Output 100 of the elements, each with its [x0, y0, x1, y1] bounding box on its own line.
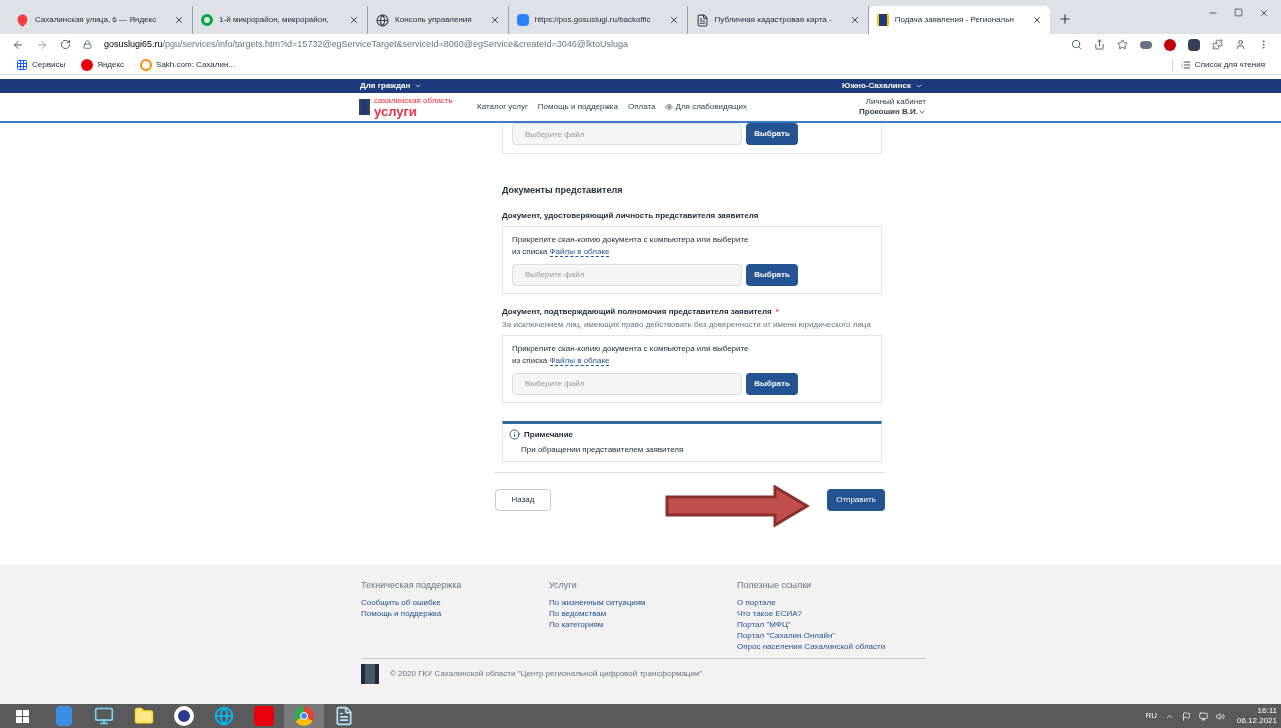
footer-link[interactable]: Опрос населения Сахалинской области [737, 640, 886, 652]
footer-heading: Услуги [549, 579, 578, 592]
star-icon[interactable] [1117, 39, 1128, 50]
chevron-down-icon[interactable] [414, 82, 423, 90]
footer-heading: Техническая поддержка [361, 579, 463, 592]
upload-instruction: Прикрепите скан-копию документа с компьютера или выберите из списка Файлы в облаке [512, 233, 750, 258]
file-field[interactable]: Выберите файл [512, 372, 742, 395]
tab-title: Сахалинская улица, 6 — Яндекс [35, 14, 158, 26]
footer-link[interactable]: Портал "Сахалин.Онлайн" [737, 629, 836, 641]
note-text: При обращении представителем заявителя [521, 443, 685, 456]
address-field[interactable]: gosuslugi65.ru/pgu/services/info/targets.htm?id=15732@egServiceTarget&serviceId=8060@egService&createId=3046@lktoUsluga [104, 37, 1059, 52]
close-icon[interactable] [849, 15, 860, 25]
footer-link[interactable]: Помощь и поддержка [361, 607, 442, 619]
new-tab-icon[interactable] [1057, 12, 1072, 26]
section-title: Документы представителя [502, 184, 624, 197]
file-field[interactable]: Выберите файл [512, 123, 742, 145]
close-icon[interactable] [1031, 15, 1042, 25]
info-icon [509, 429, 520, 440]
footer-link[interactable]: О портале [737, 596, 776, 608]
monitor-icon [94, 706, 114, 726]
apps-icon [16, 58, 28, 71]
bookmark-link[interactable]: Sakh.com: Сахалин... [156, 58, 235, 71]
browser-tab[interactable]: Консоль управления [368, 6, 509, 34]
close-icon[interactable] [1259, 8, 1269, 18]
bookmark-link[interactable]: Яндекс [97, 58, 125, 71]
cloud-files-link[interactable]: Файлы в облаке [549, 355, 610, 366]
restore-icon[interactable] [1234, 8, 1243, 17]
emblem-icon [361, 663, 379, 684]
network-icon[interactable] [1198, 711, 1208, 721]
clock-date[interactable]: 06.12.2021 [1236, 716, 1277, 726]
nav-link[interactable]: Каталог услуг [477, 101, 528, 113]
user-menu[interactable]: Прокошин В.И. [859, 107, 918, 117]
document-hint: За исключением лиц, имеющих право действовать без доверенности от имени юридического лица [502, 318, 872, 331]
reload-icon[interactable] [60, 39, 71, 50]
globe-icon [376, 13, 390, 27]
shield-icon[interactable] [1164, 38, 1176, 51]
tab-title: Консоль управления [395, 14, 473, 26]
reading-list-link[interactable]: Список для чтения [1194, 58, 1265, 71]
submit-button[interactable]: Отправить [827, 488, 885, 511]
footer-link[interactable]: Портал "МФЦ" [737, 618, 791, 630]
bookmark-link[interactable]: Сервисы [32, 58, 66, 71]
tab-title: 1-й микрорайон, микрорайон, [219, 14, 330, 26]
clock-time[interactable]: 16:11 [1257, 706, 1277, 716]
tab-title: Публичная кадастровая карта - [714, 14, 833, 26]
document-icon [334, 706, 354, 726]
browser-tab[interactable]: https://pos.gosuslugi.ru/backoffic [508, 6, 688, 34]
close-icon[interactable] [489, 15, 500, 25]
browser-tab[interactable]: Сахалинская улица, 6 — Яндекс [8, 6, 194, 34]
emblem-icon [876, 14, 889, 26]
choose-button[interactable]: Выбрать [746, 372, 798, 395]
city-menu[interactable]: Южно-Сахалинск [842, 80, 911, 92]
note-title: Примечание [524, 428, 573, 441]
nav-link[interactable]: Оплата [627, 101, 656, 113]
tab-title: https://pos.gosuslugi.ru/backoffic [534, 14, 652, 26]
back-button[interactable]: Назад [495, 488, 551, 511]
footer-link[interactable]: Сообщить об ошибке [361, 596, 441, 608]
close-icon[interactable] [668, 15, 679, 25]
footer-link[interactable]: Что такое ЕСИА? [737, 607, 802, 619]
share-icon[interactable] [1094, 39, 1105, 50]
tab-title: Подача заявления - Региональн [894, 14, 1015, 26]
footer-heading: Полезные ссылки [737, 579, 813, 592]
globe-icon [214, 706, 234, 726]
browser-tab[interactable]: Подача заявления - Региональн [868, 6, 1050, 34]
extension-icon[interactable] [1188, 38, 1200, 51]
language-indicator[interactable]: RU [1145, 710, 1157, 722]
browser-tab[interactable]: 1-й микрорайон, микрорайон, [193, 6, 369, 34]
citizens-menu[interactable]: Для граждан [360, 80, 411, 92]
chevron-down-icon[interactable] [918, 108, 926, 116]
footer-link[interactable]: По категориям [549, 618, 604, 630]
list-icon[interactable] [1180, 59, 1191, 70]
flag-icon[interactable] [1181, 711, 1191, 721]
map-pin-icon [16, 13, 29, 27]
volume-icon[interactable] [1215, 711, 1225, 721]
file-field[interactable]: Выберите файл [512, 263, 742, 286]
profile-icon[interactable] [1235, 39, 1246, 50]
lock-icon[interactable] [83, 40, 92, 49]
document-icon [695, 13, 709, 27]
choose-button[interactable]: Выбрать [746, 123, 798, 145]
copyright-text: © 2020 ГКУ Сахалинской области "Центр региональной цифровой трансформации" [390, 667, 703, 680]
back-icon[interactable] [12, 38, 24, 51]
account-label: Личный кабинет [865, 97, 926, 107]
choose-button[interactable]: Выбрать [746, 263, 798, 286]
extensions-icon[interactable] [1212, 39, 1223, 50]
search-icon[interactable] [1071, 39, 1082, 50]
document-title: Документ, подтверждающий полномочия представителя заявителя * [502, 305, 779, 318]
footer-link[interactable]: По ведомствам [549, 607, 607, 619]
close-icon[interactable] [174, 15, 185, 25]
logo-caption: сахалинская область [374, 96, 453, 105]
chevron-down-icon[interactable] [915, 82, 923, 90]
browser-tab[interactable]: Публичная кадастровая карта - [687, 6, 869, 34]
extension-icon[interactable] [1140, 40, 1152, 49]
nav-link[interactable]: Помощь и поддержка [537, 101, 618, 113]
document-title: Документ, удостоверяющий личность представителя заявителя [502, 209, 759, 222]
cloud-files-link[interactable]: Файлы в облаке [549, 246, 610, 257]
eye-icon [665, 103, 674, 111]
logo-text[interactable]: услуги [374, 104, 453, 118]
emblem-icon [359, 99, 370, 115]
footer-link[interactable]: По жизненным ситуациям [549, 596, 646, 608]
nav-link[interactable]: Для слабовидящих [665, 101, 748, 113]
close-icon[interactable] [349, 15, 360, 25]
